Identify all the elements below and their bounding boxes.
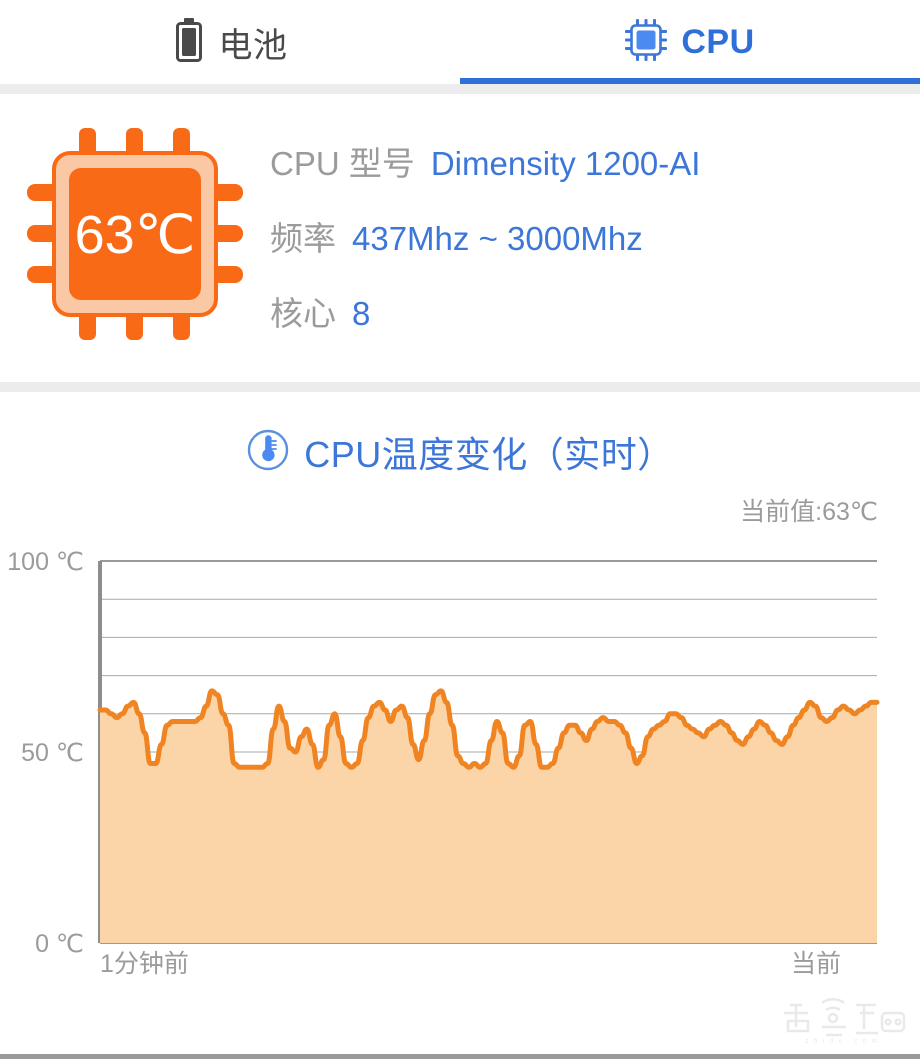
chart-plot-area: 0 ℃ 50 ℃ 100 ℃ 1分钟前 当前 (0, 546, 920, 978)
watermark-subtext: z h i d x . c o m (805, 1038, 879, 1045)
chip-temperature-value: 63℃ (75, 205, 196, 265)
cpu-temperature-chart-card: CPU温度变化（实时） 当前值:63℃ 0 ℃ 50 ℃ 100 ℃ 1分钟前 当前 (0, 392, 920, 978)
section-divider (0, 382, 920, 392)
tab-battery-label: 电池 (218, 26, 288, 65)
chart-title: CPU温度变化（实时） (304, 434, 674, 475)
info-row-cores: 核心 8 (270, 287, 920, 335)
y-axis-tick-label: 0 ℃ (35, 930, 84, 958)
bottom-bar (0, 1054, 920, 1059)
cpu-chip-icon (625, 18, 668, 66)
cpu-info-card: 63℃ CPU 型号 Dimensity 1200-AI 频率 437Mhz ~… (0, 94, 920, 382)
battery-icon (173, 17, 205, 68)
info-value-frequency: 437Mhz ~ 3000Mhz (352, 220, 643, 257)
info-label-model: CPU 型号 (270, 145, 415, 182)
tab-active-indicator (460, 78, 920, 84)
chart-area-fill (100, 690, 877, 943)
chart-header: CPU温度变化（实时） (0, 426, 920, 478)
cpu-info-list: CPU 型号 Dimensity 1200-AI 频率 437Mhz ~ 300… (270, 133, 920, 335)
tabbar-divider (0, 84, 920, 94)
watermark-logo: z h i d x . c o m (776, 993, 908, 1045)
info-label-cores: 核心 (270, 295, 336, 332)
info-value-model: Dimensity 1200-AI (430, 145, 701, 182)
info-value-cores: 8 (352, 295, 371, 332)
tab-cpu-label: CPU (681, 22, 755, 61)
tab-cpu[interactable]: CPU (460, 0, 920, 84)
tab-bar: 电池 CPU (0, 0, 920, 84)
x-axis-label-start: 1分钟前 (100, 950, 189, 978)
chart-current-value: 当前值:63℃ (740, 498, 878, 526)
tab-battery[interactable]: 电池 (0, 0, 460, 84)
thermometer-icon (246, 428, 290, 477)
y-axis-tick-label: 100 ℃ (7, 548, 84, 576)
cpu-chip-temperature-icon: 63℃ (0, 120, 270, 348)
info-row-model: CPU 型号 Dimensity 1200-AI (270, 137, 920, 185)
chart-x-axis-labels: 1分钟前 当前 (100, 944, 877, 980)
info-label-frequency: 频率 (270, 220, 336, 257)
x-axis-label-end: 当前 (790, 950, 841, 978)
y-axis-tick-label: 50 ℃ (21, 739, 84, 767)
info-row-frequency: 频率 437Mhz ~ 3000Mhz (270, 212, 920, 260)
